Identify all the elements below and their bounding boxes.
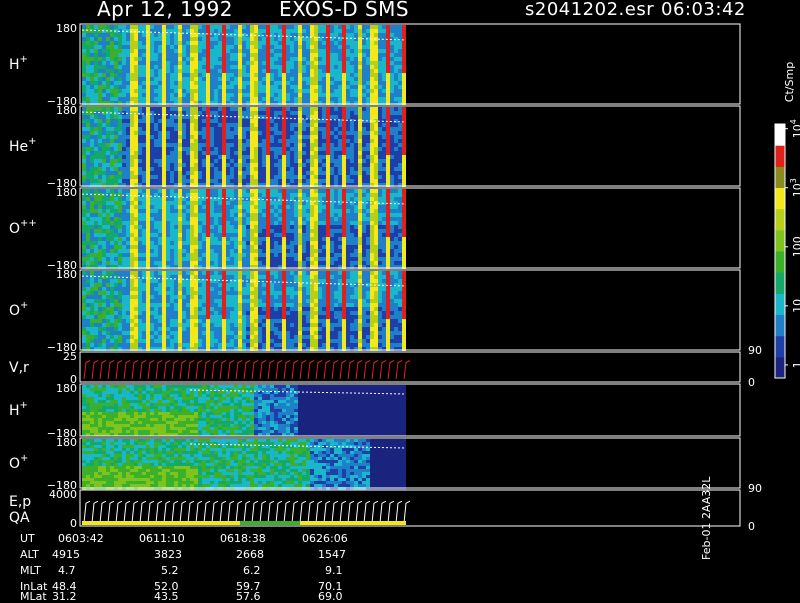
panel-vr-rmax: 90	[748, 344, 762, 357]
panel-h-plus-2-ymax: 180	[56, 382, 77, 395]
orbit-row-mlt-v3: 9.1	[325, 564, 343, 577]
panel-ep-ymax: 4000	[49, 488, 77, 501]
orbit-row-mlat-v0: 31.2	[52, 590, 77, 603]
colorbar-tick-3: 103	[789, 178, 800, 197]
panel-ep-rmax: 90	[748, 482, 762, 495]
panel-h-plus-ymax: 180	[56, 22, 77, 35]
panel-ep-label2: QA	[9, 510, 30, 526]
colorbar-tick-2: 100	[791, 236, 800, 257]
panel-he-plus-label: He+	[9, 136, 37, 155]
orbit-row-ut-v1: 0611:10	[139, 532, 185, 545]
panel-o-plus-ymax: 180	[56, 268, 77, 281]
orbit-row-mlat-v1: 43.5	[154, 590, 179, 603]
orbit-row-alt-name: ALT	[20, 548, 39, 561]
orbit-row-mlat-v3: 69.0	[318, 590, 343, 603]
orbit-row-alt-v2: 2668	[236, 548, 264, 561]
orbit-row-ut-name: UT	[20, 532, 35, 545]
orbit-row-alt-v3: 1547	[318, 548, 346, 561]
orbit-row-ut-v2: 0618:38	[220, 532, 266, 545]
orbit-row-ut-v3: 0626:06	[302, 532, 348, 545]
orbit-row-alt-v0: 4915	[52, 548, 80, 561]
orbit-row-mlt-v0: 4.7	[58, 564, 76, 577]
colorbar-tick-0: 1	[791, 361, 800, 368]
orbit-row-alt-v1: 3823	[154, 548, 182, 561]
panel-h-plus-2-label: H+	[9, 400, 28, 419]
colorbar-tick-1: 10	[791, 299, 800, 313]
panel-o-plus-label: O+	[9, 300, 28, 319]
spectrogram-layer	[81, 25, 411, 525]
panel-vr-rmin: 0	[748, 376, 755, 389]
orbit-row-ut-v0: 0603:42	[58, 532, 104, 545]
orbit-row-mlt-v1: 5.2	[161, 564, 179, 577]
plot-canvas: 180−180H+180−180He+180−180O++180−180O+25…	[9, 22, 800, 533]
colorbar-tick-4: 104	[789, 119, 800, 138]
panel-vr-ymax: 25	[63, 350, 77, 363]
panel-ep-rmin: 0	[748, 520, 755, 533]
panel-o-plus-2-label: O+	[9, 453, 28, 472]
footer-id: Feb-01 2AA32L	[700, 476, 713, 560]
panel-ep-ymin: 0	[70, 517, 77, 530]
panel-h-plus-label: H+	[9, 54, 28, 73]
panel-he-plus-ymax: 180	[56, 104, 77, 117]
colorbar: 1 10 100 103 104 Ct/Smp	[774, 62, 800, 379]
orbit-row-mlat-v2: 57.6	[236, 590, 261, 603]
panel-o-plus-2-ymax: 180	[56, 436, 77, 449]
orbit-row-mlt-name: MLT	[20, 564, 41, 577]
panel-o-pp-label: O++	[9, 218, 37, 237]
panel-o-pp-ymax: 180	[56, 186, 77, 199]
orbit-row-mlt-v2: 6.2	[243, 564, 261, 577]
orbit-row-mlat-name: MLat	[20, 590, 47, 603]
panel-vr-label: V,r	[9, 360, 29, 376]
panel-ep-label: E,p	[9, 494, 31, 510]
colorbar-unit: Ct/Smp	[783, 62, 796, 102]
